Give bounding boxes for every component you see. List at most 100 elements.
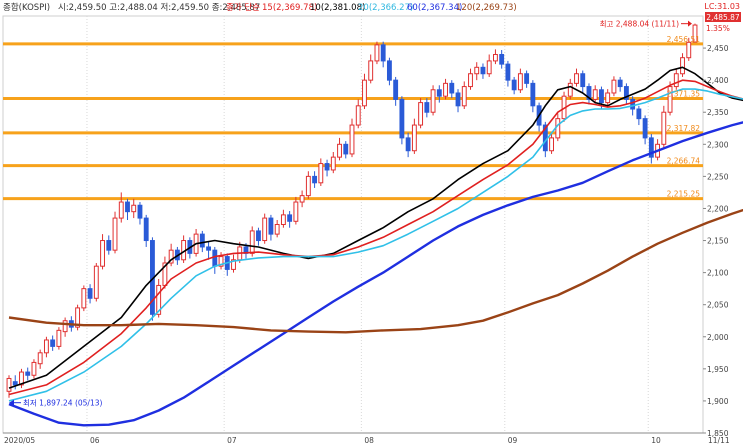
candle-body	[287, 214, 293, 222]
low-annotation: 최저 1,897.24 (05/13)	[23, 398, 103, 408]
level-label: 2,456.51	[667, 35, 701, 44]
candle-body	[143, 217, 149, 242]
candle-body	[630, 98, 636, 110]
x-tick-label: 11/11	[708, 436, 730, 445]
candle-body	[599, 89, 604, 104]
candle-body	[549, 137, 554, 152]
y-tick-label: 2,150	[707, 237, 729, 246]
candle-body	[262, 217, 268, 242]
candle-body	[106, 240, 112, 251]
candle-body	[25, 371, 31, 376]
candle-body	[299, 195, 305, 203]
candle-body	[468, 73, 473, 88]
ma-title: 종가 단순	[226, 2, 260, 13]
candle-body	[530, 82, 536, 107]
candle-body	[256, 230, 261, 242]
candle-body	[455, 92, 461, 107]
candle-body	[405, 137, 411, 152]
x-tick-label: 07	[227, 436, 237, 445]
y-tick-label: 2,350	[707, 108, 729, 117]
y-tick-label: 2,400	[707, 76, 729, 85]
price-tag-pct: 1.35%	[706, 24, 730, 33]
candle-body	[524, 73, 530, 84]
y-tick-label: 2,300	[707, 140, 729, 149]
candle-body	[424, 102, 430, 113]
candle-body	[399, 98, 405, 139]
candle-body	[661, 111, 667, 145]
candle-body	[517, 73, 523, 91]
candle-body	[611, 79, 617, 94]
candle-body	[31, 361, 37, 376]
candle-body	[486, 60, 492, 75]
candle-body	[349, 124, 355, 155]
candle-body	[461, 86, 467, 107]
y-tick-label: 2,100	[707, 269, 729, 278]
candle-body	[62, 320, 68, 333]
candle-body	[118, 201, 124, 219]
candle-body	[592, 89, 598, 100]
candle-body	[206, 246, 211, 251]
candle-body	[324, 163, 330, 171]
index-name: 종합(KOSPI)	[3, 3, 50, 13]
candle-body	[499, 53, 505, 65]
candle-body	[617, 79, 623, 88]
level-label: 2,266.74	[667, 157, 701, 166]
candle-body	[199, 233, 205, 248]
candle-body	[430, 89, 436, 113]
candle-body	[280, 214, 286, 225]
ma60-label: 60(2,367.34)	[407, 3, 462, 13]
candle-body	[93, 265, 99, 299]
candle-body	[337, 143, 342, 158]
x-tick-label: 06	[90, 436, 100, 445]
candle-body	[449, 82, 455, 94]
candle-body	[355, 105, 361, 126]
candle-body	[505, 63, 511, 81]
candle-body	[362, 79, 367, 107]
candle-body	[374, 44, 380, 62]
candle-body	[343, 143, 349, 155]
candle-body	[137, 204, 143, 219]
candle-body	[636, 108, 642, 120]
candle-body	[100, 240, 105, 267]
price-tag-value: 2,485.87	[706, 13, 740, 22]
candle-body	[50, 339, 56, 347]
high-annotation: 최고 2,488.04 (11/11)	[600, 19, 680, 29]
candle-body	[268, 217, 274, 235]
x-tick-label: 10	[651, 436, 661, 445]
candle-body	[87, 288, 93, 299]
candle-body	[12, 381, 18, 386]
candle-body	[555, 118, 561, 139]
candle-body	[274, 224, 280, 235]
y-tick-label: 2,000	[707, 333, 729, 342]
candle-body	[249, 230, 255, 254]
candle-body	[493, 53, 498, 62]
candle-body	[43, 339, 49, 354]
candle-body	[37, 352, 43, 365]
candle-body	[574, 73, 579, 84]
candle-body	[386, 60, 392, 81]
candle-body	[312, 175, 318, 184]
candle-body	[125, 201, 130, 213]
candle-body	[686, 41, 692, 59]
y-tick-label: 1,950	[707, 365, 729, 374]
candle-body	[680, 57, 685, 75]
candle-body	[212, 249, 218, 267]
y-tick-label: 2,450	[707, 44, 729, 53]
level-label: 2,317.82	[667, 124, 701, 133]
candle-body	[393, 79, 399, 100]
candle-body	[411, 124, 417, 152]
ma120-label: 120(2,269.73)	[456, 3, 517, 13]
y-tick-label: 2,250	[707, 172, 729, 181]
candle-body	[511, 79, 517, 91]
candle-body	[673, 73, 679, 88]
candle-body	[56, 329, 62, 347]
x-tick-label: 08	[364, 436, 374, 445]
candle-body	[605, 92, 611, 104]
candle-body	[436, 89, 442, 97]
candle-body	[305, 175, 311, 197]
y-tick-label: 1,900	[707, 397, 729, 406]
candle-body	[474, 66, 480, 75]
candle-body	[112, 217, 118, 251]
candle-body	[443, 82, 448, 97]
candle-body	[81, 288, 87, 309]
